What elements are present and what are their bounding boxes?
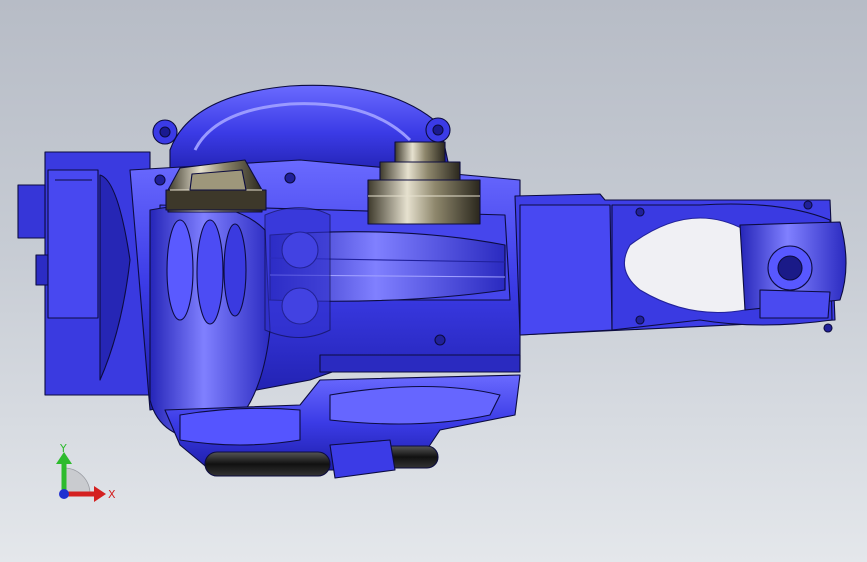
cad-viewport[interactable]: Y X <box>0 0 867 562</box>
axis-triad-icon: Y X <box>56 442 116 502</box>
x-arrowhead <box>94 486 106 502</box>
y-axis-label: Y <box>59 442 67 455</box>
cable-roller-1 <box>204 451 331 477</box>
robot-arm-model[interactable] <box>0 0 867 562</box>
x-axis-label: X <box>108 488 116 501</box>
triad-plane <box>63 467 91 495</box>
z-axis-dot <box>59 489 69 499</box>
